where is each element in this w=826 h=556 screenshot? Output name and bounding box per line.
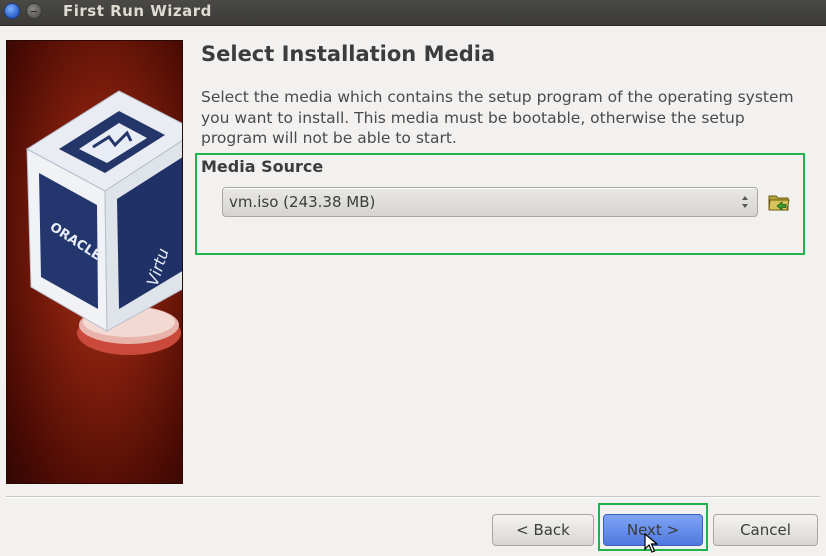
window-title: First Run Wizard: [63, 2, 212, 20]
page-description: Select the media which contains the setu…: [201, 88, 794, 147]
folder-icon: [768, 195, 790, 211]
close-icon[interactable]: [4, 3, 20, 19]
updown-arrows-icon: [741, 194, 749, 210]
mouse-pointer-icon: [644, 533, 658, 553]
media-source-select[interactable]: vm.iso (243.38 MB): [222, 187, 758, 217]
browse-folder-button[interactable]: [767, 191, 791, 213]
footer-separator: [6, 496, 820, 498]
title-bar: First Run Wizard: [0, 0, 826, 26]
wizard-banner: ORACLE Virtu: [6, 40, 183, 484]
media-source-value: vm.iso (243.38 MB): [229, 193, 376, 211]
minimize-icon[interactable]: [26, 3, 42, 19]
page-title: Select Installation Media: [201, 42, 496, 66]
cancel-button[interactable]: Cancel: [713, 514, 818, 546]
back-button[interactable]: < Back: [492, 514, 594, 546]
media-source-label: Media Source: [201, 157, 324, 176]
virtualbox-cube-logo: ORACLE Virtu: [26, 90, 182, 355]
